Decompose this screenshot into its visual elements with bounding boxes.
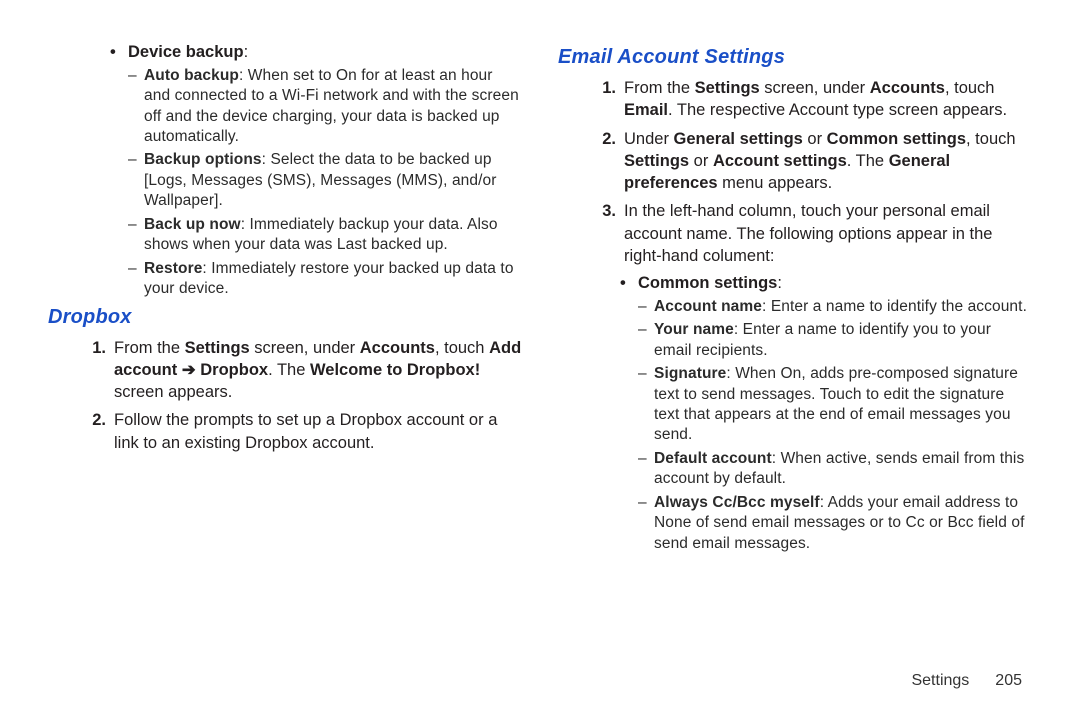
email-step-1: 1. From the Settings screen, under Accou… — [588, 77, 1032, 122]
dropbox-step-1: 1. From the Settings screen, under Accou… — [78, 337, 522, 404]
dash-signature: – Signature: When On, adds pre-composed … — [638, 364, 1032, 446]
bullet-device-backup: • Device backup: — [110, 42, 522, 63]
dash-always-cc-bcc: – Always Cc/Bcc myself: Adds your email … — [638, 493, 1032, 554]
left-column: • Device backup: – Auto backup: When set… — [48, 40, 522, 666]
heading-dropbox: Dropbox — [48, 306, 522, 329]
right-column: Email Account Settings 1. From the Setti… — [558, 40, 1032, 666]
bullet-common-settings: • Common settings: — [620, 273, 1032, 294]
dash-default-account: – Default account: When active, sends em… — [638, 449, 1032, 490]
two-column-layout: • Device backup: – Auto backup: When set… — [48, 40, 1032, 666]
email-step-3: 3. In the left-hand column, touch your p… — [588, 200, 1032, 267]
dropbox-step-2: 2. Follow the prompts to set up a Dropbo… — [78, 409, 522, 454]
footer-section: Settings — [911, 672, 969, 689]
label-common-settings: Common settings — [638, 274, 777, 292]
arrow-icon: ➔ — [177, 361, 200, 379]
dash-auto-backup: – Auto backup: When set to On for at lea… — [128, 66, 522, 148]
footer-page-number: 205 — [995, 672, 1022, 689]
page-footer: Settings 205 — [48, 666, 1032, 690]
dash-your-name: – Your name: Enter a name to identify yo… — [638, 320, 1032, 361]
dash-restore: – Restore: Immediately restore your back… — [128, 259, 522, 300]
email-step-2: 2. Under General settings or Common sett… — [588, 128, 1032, 195]
dash-backup-options: – Backup options: Select the data to be … — [128, 150, 522, 211]
dash-account-name: – Account name: Enter a name to identify… — [638, 297, 1032, 317]
heading-email-account-settings: Email Account Settings — [558, 46, 1032, 69]
dash-back-up-now: – Back up now: Immediately backup your d… — [128, 215, 522, 256]
label-device-backup: Device backup — [128, 43, 244, 61]
manual-page: • Device backup: – Auto backup: When set… — [0, 0, 1080, 720]
